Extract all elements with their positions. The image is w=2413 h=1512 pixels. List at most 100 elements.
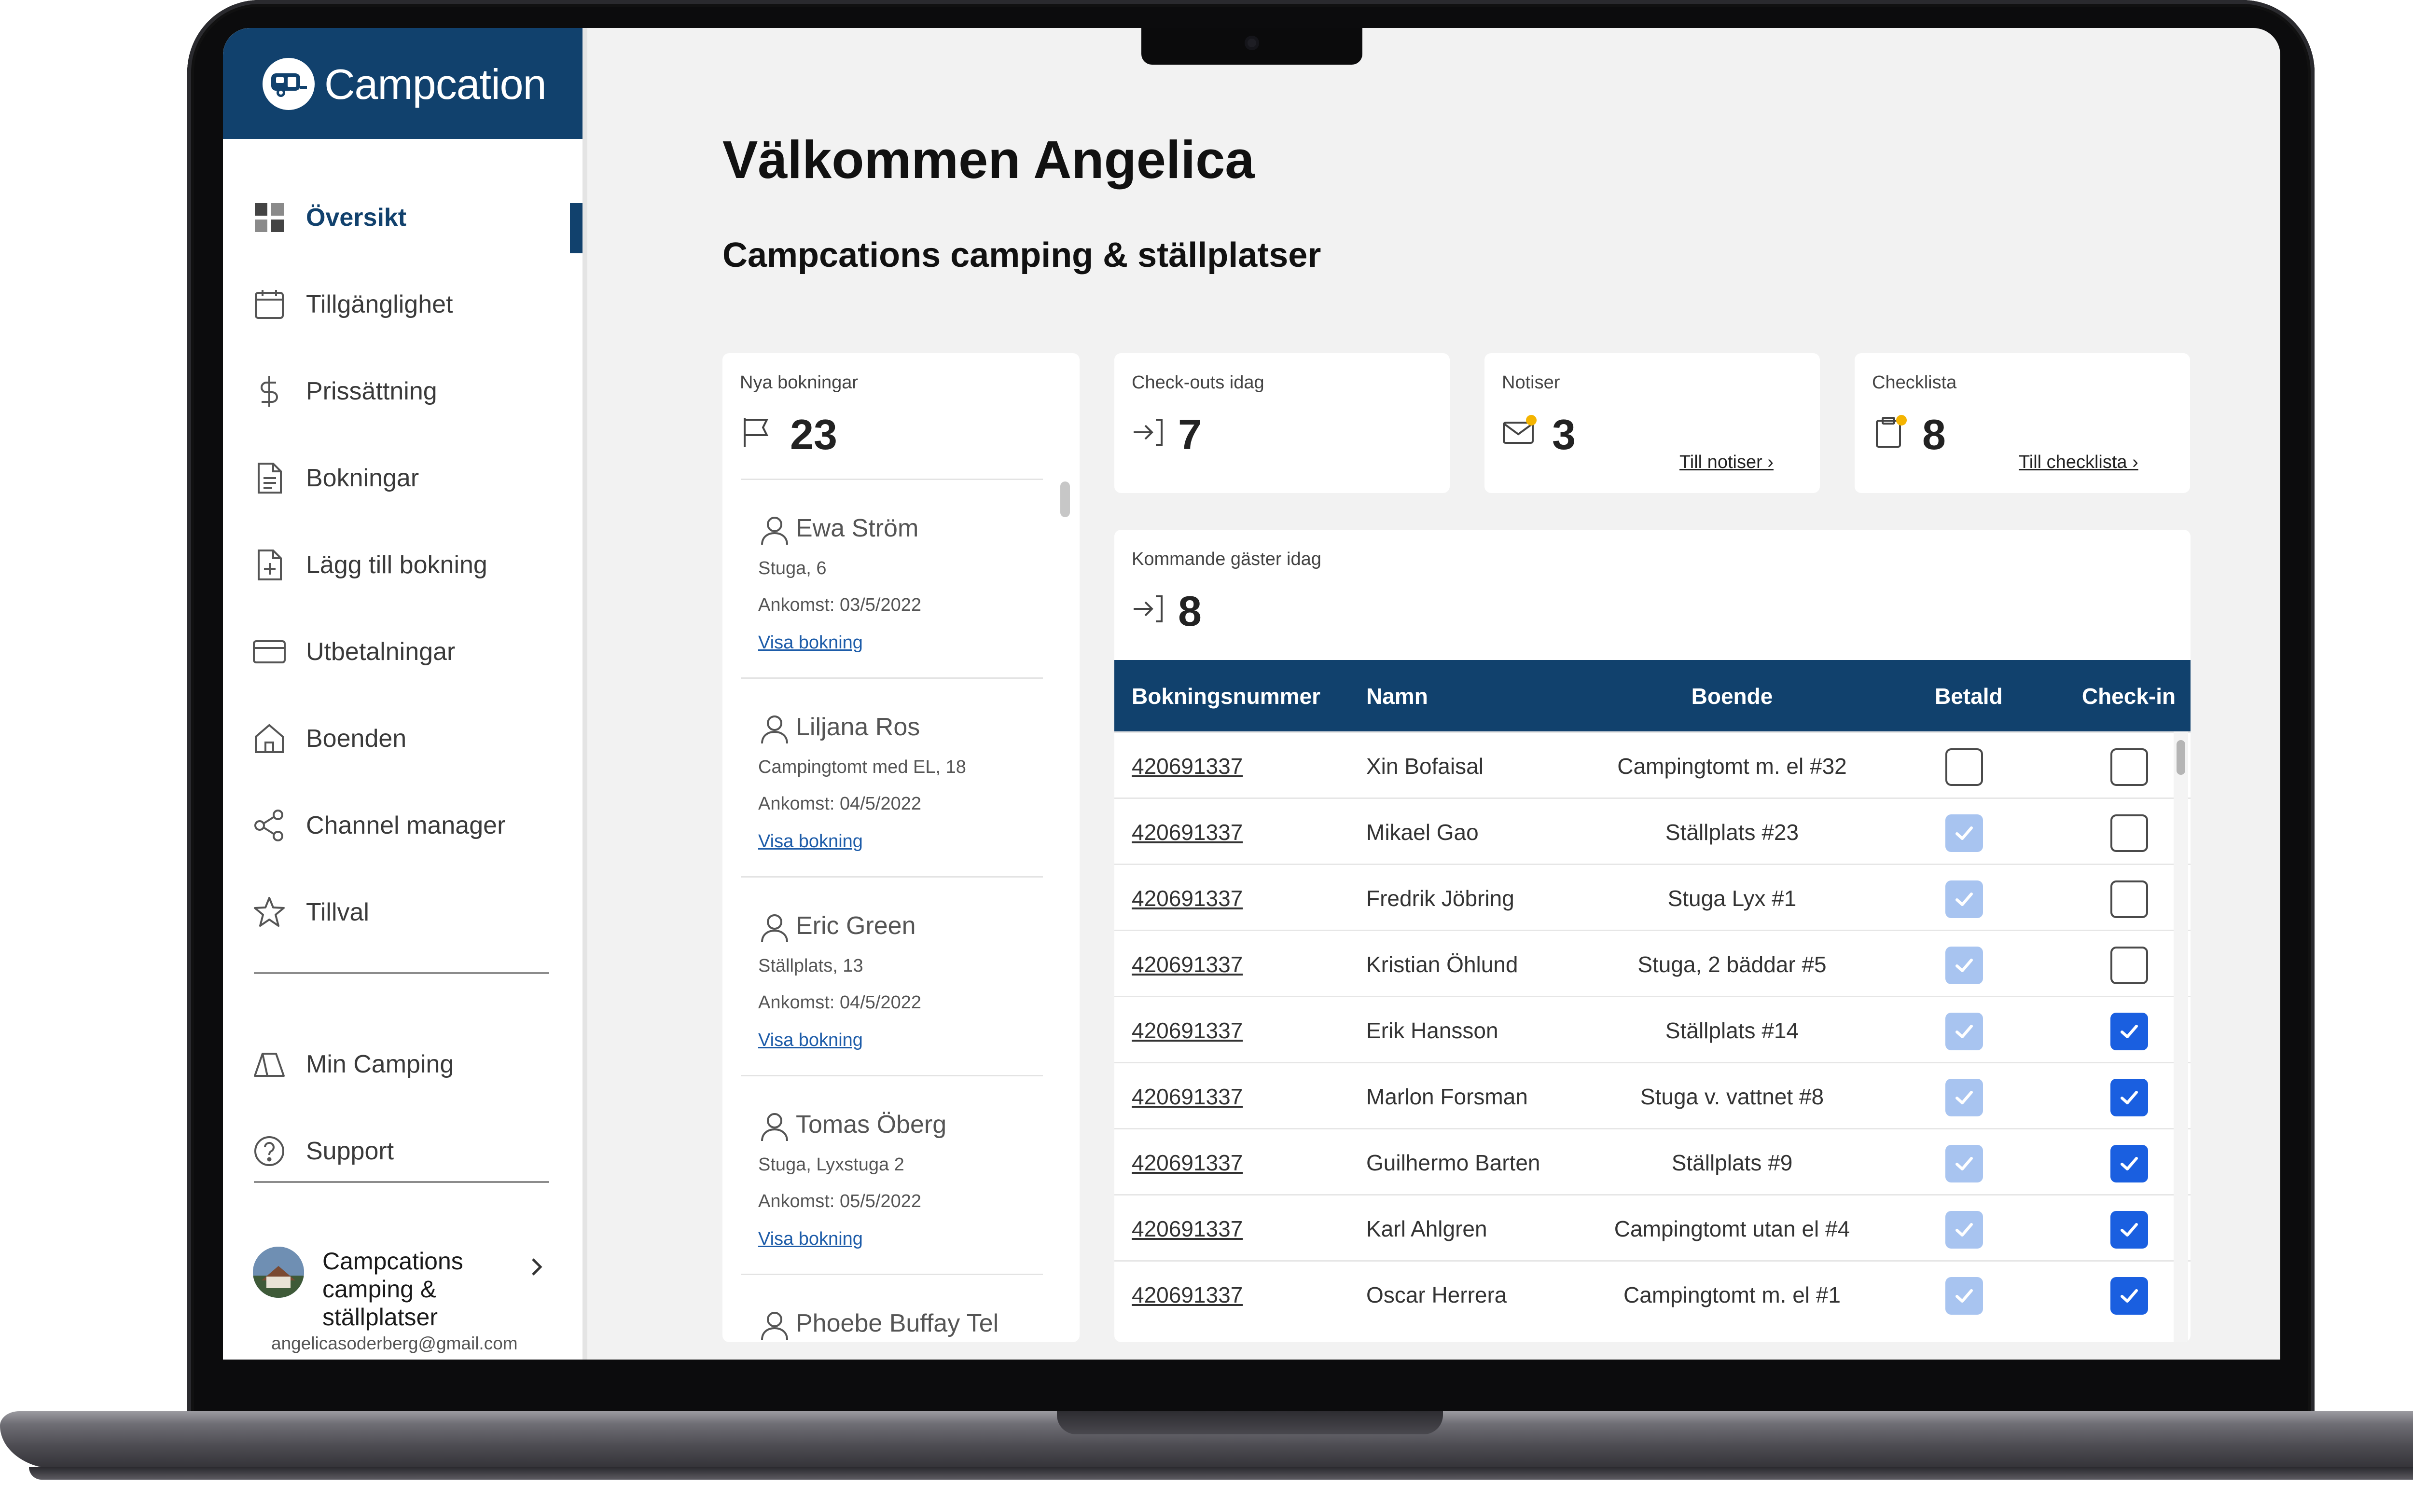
profile-name[interactable]: Campcations camping & ställplatser [322,1247,501,1331]
arrival-date: Ankomst: 04/5/2022 [758,992,921,1013]
sidebar-item-bokningar[interactable]: Bokningar [223,442,582,514]
checkin-checkbox[interactable] [2110,880,2148,918]
booking-number-link[interactable]: 420691337 [1132,951,1243,977]
booking-number-link[interactable]: 420691337 [1132,1017,1243,1044]
sidebar: Campcation Översikt Tillgänglighet Priss… [223,28,587,1360]
guest-name: Liljana Ros [796,713,920,741]
brand-header[interactable]: Campcation [223,28,582,139]
booking-number-link[interactable]: 420691337 [1132,819,1243,845]
sidebar-divider [254,972,549,974]
chevron-right-icon[interactable] [522,1252,551,1281]
sidebar-item-tillganglighet[interactable]: Tillgänglighet [223,268,582,341]
column-header[interactable]: Boende [1549,683,1915,709]
sidebar-item-support[interactable]: Support [223,1115,582,1187]
booking-number-link[interactable]: 420691337 [1132,885,1243,911]
scrollbar[interactable] [2177,740,2185,775]
scrollbar[interactable] [1060,481,1070,517]
paid-checkbox[interactable] [1945,1079,1983,1116]
sidebar-item-boenden[interactable]: Boenden [223,702,582,775]
paid-checkbox[interactable] [1945,880,1983,918]
sidebar-item-prissattning[interactable]: Prissättning [223,355,582,427]
share-icon [254,810,283,841]
arrivals-count: 8 [1178,587,1202,635]
dashboard-icon [255,203,284,232]
sidebar-item-label: Support [306,1137,394,1165]
sidebar-item-min-camping[interactable]: Min Camping [223,1028,582,1100]
view-booking-link[interactable]: Visa bokning [758,1030,863,1051]
paid-checkbox[interactable] [1945,1211,1983,1249]
column-header[interactable]: Check-in [2076,683,2182,709]
checkouts-card: Check-outs idag 7 [1114,353,1450,493]
paid-checkbox[interactable] [1945,748,1983,786]
paid-checkbox[interactable] [1945,1145,1983,1182]
sidebar-item-label: Channel manager [306,811,506,839]
accommodation: Campingtomt m. el #32 [1617,754,1847,779]
sidebar-item-tillval[interactable]: Tillval [223,876,582,948]
table-row: 420691337 Marlon Forsman Stuga v. vattnet … [1114,1062,2191,1129]
bookings-list[interactable]: Ewa Ström Stuga, 6 Ankomst: 03/5/2022 Vi… [723,479,1076,1342]
avatar[interactable] [253,1247,304,1298]
booking-number-link[interactable]: 420691337 [1132,1216,1243,1242]
table-row: 420691337 Fredrik Jöbring Stuga Lyx #1 [1114,864,2191,931]
sign-in-arrow-icon [1134,419,1163,446]
column-header[interactable]: Namn [1366,683,1428,709]
paid-checkbox[interactable] [1945,1013,1983,1050]
booking-place: Ställplats, 13 [758,956,863,976]
sidebar-item-utbetalningar[interactable]: Utbetalningar [223,616,582,688]
booking-number-link[interactable]: 420691337 [1132,1150,1243,1176]
tent-icon [254,1053,285,1077]
notification-dot [1526,415,1537,426]
column-header[interactable]: Bokningsnummer [1132,683,1320,709]
guest-name: Kristian Öhlund [1366,952,1518,977]
checkin-checkbox[interactable] [2110,1211,2148,1249]
checkin-checkbox[interactable] [2110,1079,2148,1116]
checkin-checkbox[interactable] [2110,1277,2148,1315]
checkin-checkbox[interactable] [2110,814,2148,852]
view-booking-link[interactable]: Visa bokning [758,1229,863,1250]
new-bookings-card: Nya bokningar 23 Ewa Ström Stuga, 6 Anko… [722,353,1080,1342]
guest-name: Guilhermo Barten [1366,1150,1540,1175]
credit-card-icon [253,640,286,663]
checkin-checkbox[interactable] [2110,748,2148,786]
notifications-link[interactable]: Till notiser › [1679,452,1774,473]
paid-checkbox[interactable] [1945,947,1983,984]
view-booking-link[interactable]: Visa bokning [758,632,863,653]
app-screen: Campcation Översikt Tillgänglighet Priss… [223,28,2280,1360]
sidebar-item-label: Prissättning [306,377,437,405]
sidebar-item-channel-manager[interactable]: Channel manager [223,789,582,862]
checkin-checkbox[interactable] [2110,947,2148,984]
guest-name: Mikael Gao [1366,820,1479,845]
card-title: Notiser [1502,372,1560,393]
user-icon [761,914,788,943]
scrollbar-track[interactable] [2174,731,2188,1342]
new-bookings-count: 23 [790,411,837,458]
accommodation: Stuga, 2 bäddar #5 [1637,952,1827,977]
paid-checkbox[interactable] [1945,814,1983,852]
guest-name: Xin Bofaisal [1366,754,1484,779]
booking-number-link[interactable]: 420691337 [1132,1084,1243,1110]
booking-number-link[interactable]: 420691337 [1132,1282,1243,1308]
caravan-logo-icon [263,58,315,110]
card-title: Kommande gäster idag [1132,549,1321,569]
arrivals-card: Kommande gäster idag 8 Bokningsnummer Na… [1114,530,2191,1342]
paid-checkbox[interactable] [1945,1277,1983,1315]
star-icon [254,897,285,927]
booking-place: Stuga, Lyxstuga 2 [758,1155,904,1175]
accommodation: Ställplats #14 [1665,1018,1799,1043]
camera-icon [1245,36,1259,50]
booking-number-link[interactable]: 420691337 [1132,753,1243,779]
checklist-link[interactable]: Till checklista › [2019,452,2138,473]
sidebar-item-oversikt[interactable]: Översikt [223,181,582,254]
view-booking-link[interactable]: Visa bokning [758,831,863,852]
checkin-checkbox[interactable] [2110,1145,2148,1182]
user-icon [761,1312,788,1340]
sidebar-item-lagg-till-bokning[interactable]: Lägg till bokning [223,529,582,601]
help-icon [254,1136,284,1166]
checkin-checkbox[interactable] [2110,1013,2148,1050]
arrival-date: Ankomst: 03/5/2022 [758,595,921,615]
guest-name: Tomas Öberg [796,1111,947,1139]
laptop-base-groove [1057,1411,1443,1434]
table-row: 420691337 Xin Bofaisal Campingtomt m. el #… [1114,731,2191,799]
sidebar-item-label: Utbetalningar [306,638,456,666]
column-header[interactable]: Betald [1935,683,2003,709]
